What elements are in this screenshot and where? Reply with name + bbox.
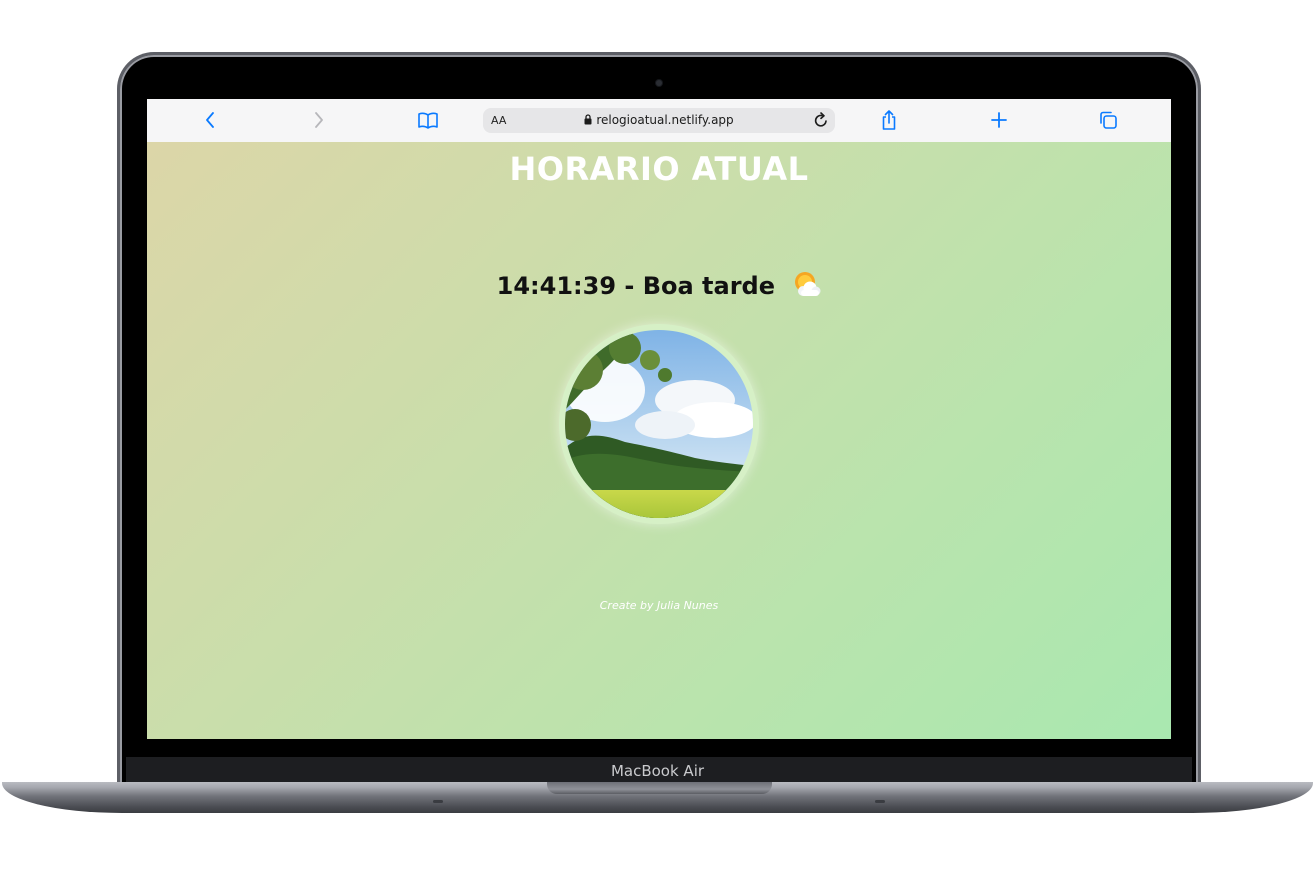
laptop-foot — [875, 800, 885, 803]
browser-toolbar: AA relogioatual.netlify.app — [147, 99, 1171, 143]
back-icon[interactable] — [199, 109, 221, 131]
url-display[interactable]: relogioatual.netlify.app — [483, 113, 835, 128]
tabs-icon[interactable] — [1097, 109, 1119, 131]
reload-icon[interactable] — [813, 112, 829, 134]
profile-photo-frame — [559, 324, 759, 524]
landscape-photo — [565, 330, 753, 518]
laptop-notch — [547, 782, 772, 794]
sun-behind-cloud-icon — [791, 270, 821, 304]
lock-icon — [584, 114, 592, 128]
camera — [656, 80, 662, 86]
clock-greeting: 14:41:39 - Boa tarde — [147, 270, 1171, 304]
device-label: MacBook Air — [610, 762, 705, 780]
address-bar[interactable]: AA relogioatual.netlify.app — [483, 108, 835, 133]
web-page: HORARIO ATUAL 14:41:39 - Boa tarde Creat… — [147, 142, 1171, 739]
laptop-mockup: AA relogioatual.netlify.app HORARIO ATUA… — [0, 0, 1315, 869]
clock-text: 14:41:39 - Boa tarde — [496, 272, 775, 300]
url-text: relogioatual.netlify.app — [596, 113, 734, 127]
screen: AA relogioatual.netlify.app HORARIO ATUA… — [147, 99, 1171, 739]
laptop-foot — [433, 800, 443, 803]
share-icon[interactable] — [878, 109, 900, 131]
forward-icon[interactable] — [308, 109, 330, 131]
page-title: HORARIO ATUAL — [509, 150, 809, 188]
bookmarks-icon[interactable] — [417, 109, 439, 131]
credit-text: Create by Julia Nunes — [599, 599, 719, 612]
new-tab-icon[interactable] — [988, 109, 1010, 131]
